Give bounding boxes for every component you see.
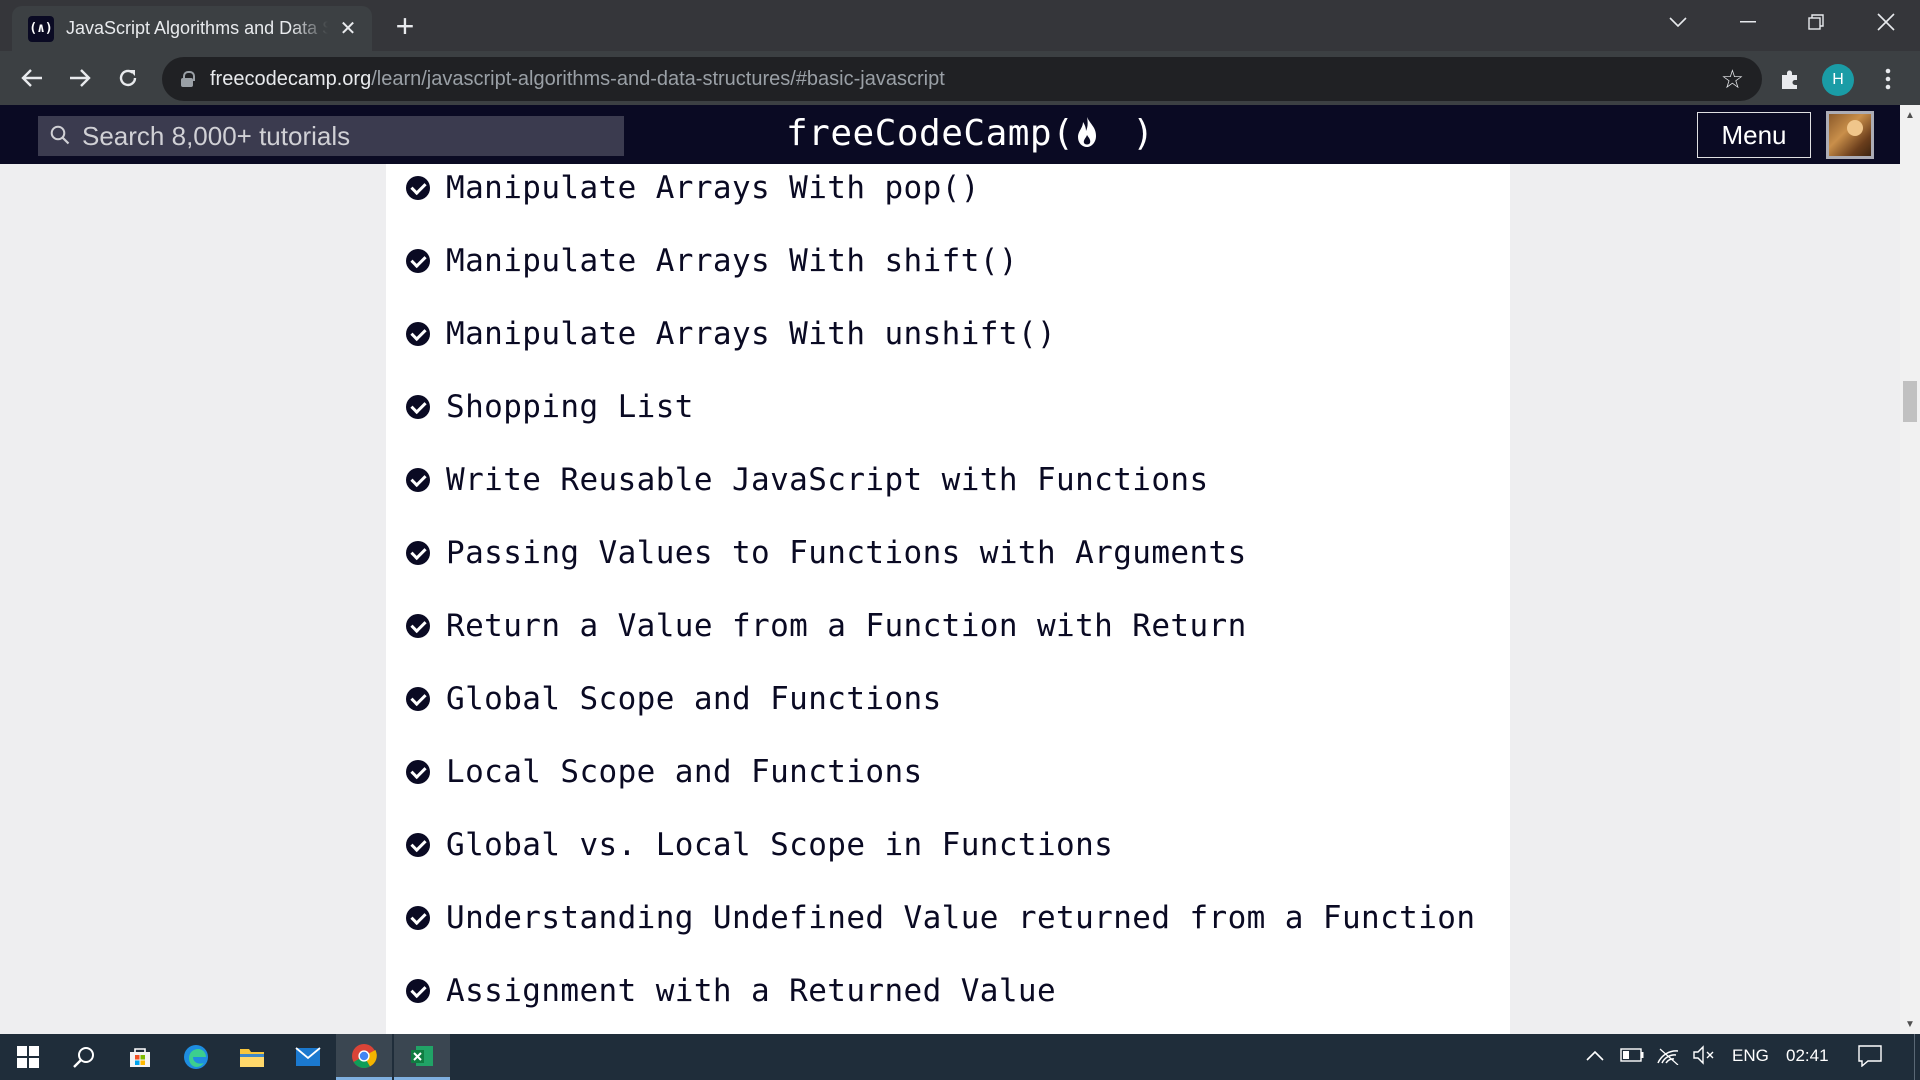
lesson-item[interactable]: Understanding Undefined Value returned f… [406, 888, 1475, 948]
microsoft-store-icon[interactable] [112, 1034, 168, 1080]
check-circle-icon [406, 176, 430, 200]
lesson-item[interactable]: Local Scope and Functions [406, 742, 923, 802]
back-arrow-icon[interactable] [8, 54, 56, 102]
input-language[interactable]: ENG [1732, 1046, 1769, 1066]
lesson-link[interactable]: Write Reusable JavaScript with Functions [446, 462, 1209, 498]
check-circle-icon [406, 395, 430, 419]
lesson-link[interactable]: Local Scope and Functions [446, 754, 923, 790]
show-desktop-button[interactable] [1914, 1034, 1920, 1080]
lesson-item[interactable]: Passing Values to Functions with Argumen… [406, 523, 1247, 583]
address-bar[interactable]: freecodecamp.org/learn/javascript-algori… [162, 57, 1762, 101]
lesson-link[interactable]: Manipulate Arrays With shift() [446, 243, 1018, 279]
scrollbar-thumb[interactable] [1903, 381, 1917, 422]
check-circle-icon [406, 687, 430, 711]
new-tab-button[interactable]: + [390, 8, 420, 45]
browser-tab-strip: (∧) JavaScript Algorithms and Data Struc… [0, 0, 1920, 51]
lesson-link[interactable]: Passing Values to Functions with Argumen… [446, 535, 1247, 571]
check-circle-icon [406, 322, 430, 346]
lesson-link[interactable]: Manipulate Arrays With pop() [446, 170, 980, 206]
taskbar-clock[interactable]: 02:41 [1786, 1046, 1829, 1066]
menu-button[interactable]: Menu [1697, 112, 1811, 158]
reload-icon[interactable] [104, 54, 152, 102]
windows-start-icon[interactable] [0, 1034, 56, 1080]
lock-icon [180, 71, 195, 87]
site-logo[interactable]: freeCodeCamp() [786, 113, 1154, 154]
lesson-link[interactable]: Global Scope and Functions [446, 681, 942, 717]
browser-tab[interactable]: (∧) JavaScript Algorithms and Data Struc… [12, 6, 372, 51]
tab-search-chevron-icon[interactable] [1644, 0, 1712, 44]
lesson-item[interactable]: Manipulate Arrays With pop() [406, 164, 980, 218]
restore-window-icon[interactable] [1782, 0, 1850, 44]
flame-icon [1074, 114, 1132, 154]
search-bar[interactable] [38, 116, 624, 156]
notifications-icon[interactable] [1858, 1045, 1882, 1073]
check-circle-icon [406, 541, 430, 565]
show-hidden-icons-chevron-icon[interactable] [1586, 1045, 1604, 1068]
user-avatar[interactable] [1826, 111, 1874, 159]
scroll-down-arrow-icon[interactable]: ▼ [1900, 1014, 1920, 1034]
browser-menu-kebab-icon[interactable] [1864, 55, 1912, 103]
lesson-item[interactable]: Assignment with a Returned Value [406, 961, 1056, 1021]
volume-muted-icon[interactable] [1692, 1045, 1716, 1071]
check-circle-icon [406, 614, 430, 638]
bookmark-star-icon[interactable]: ☆ [1721, 64, 1744, 95]
battery-icon[interactable] [1620, 1045, 1644, 1068]
lesson-item[interactable]: Shopping List [406, 377, 694, 437]
search-input[interactable] [82, 120, 602, 152]
excel-icon[interactable] [394, 1034, 450, 1080]
check-circle-icon [406, 249, 430, 273]
browser-toolbar: freecodecamp.org/learn/javascript-algori… [0, 51, 1920, 105]
check-circle-icon [406, 760, 430, 784]
check-circle-icon [406, 906, 430, 930]
url-host: freecodecamp.org [210, 67, 372, 90]
lesson-item[interactable]: Return a Value from a Function with Retu… [406, 596, 1247, 656]
freecodecamp-favicon-icon: (∧) [28, 15, 54, 42]
scroll-up-arrow-icon[interactable]: ▲ [1900, 105, 1920, 125]
check-circle-icon [406, 833, 430, 857]
lesson-item[interactable]: Manipulate Arrays With shift() [406, 231, 1018, 291]
chrome-taskbar-icon[interactable] [336, 1034, 392, 1080]
file-explorer-icon[interactable] [224, 1034, 280, 1080]
brand-name: freeCodeCamp [786, 113, 1053, 154]
page-scrollbar[interactable]: ▲ ▼ [1900, 105, 1920, 1034]
lesson-item[interactable]: Global Scope and Functions [406, 669, 942, 729]
brand-paren-open: ( [1052, 113, 1075, 154]
tab-close-icon[interactable]: ✕ [336, 16, 360, 41]
tab-title: JavaScript Algorithms and Data Structure… [66, 18, 328, 38]
lesson-item[interactable]: Write Reusable JavaScript with Functions [406, 450, 1209, 510]
lesson-link[interactable]: Manipulate Arrays With unshift() [446, 316, 1056, 352]
forward-arrow-icon[interactable] [56, 54, 104, 102]
extensions-puzzle-icon[interactable] [1766, 55, 1814, 103]
lesson-item[interactable]: Global vs. Local Scope in Functions [406, 815, 1113, 875]
windows-taskbar: ENG 02:41 [0, 1034, 1920, 1080]
lesson-link[interactable]: Return a Value from a Function with Retu… [446, 608, 1247, 644]
check-circle-icon [406, 468, 430, 492]
close-window-icon[interactable] [1852, 0, 1920, 44]
lesson-link[interactable]: Assignment with a Returned Value [446, 973, 1056, 1009]
mail-icon[interactable] [280, 1034, 336, 1080]
lesson-link[interactable]: Understanding Undefined Value returned f… [446, 900, 1475, 936]
url-path: /learn/javascript-algorithms-and-data-st… [371, 67, 945, 90]
search-icon [50, 125, 70, 145]
taskbar-search-icon[interactable] [56, 1034, 112, 1080]
profile-avatar[interactable]: H [1822, 64, 1854, 96]
check-circle-icon [406, 979, 430, 1003]
curriculum-content: Manipulate Arrays With pop() Manipulate … [386, 164, 1510, 1034]
lesson-item[interactable]: Manipulate Arrays With unshift() [406, 304, 1056, 364]
lesson-link[interactable]: Shopping List [446, 389, 694, 425]
site-navbar: freeCodeCamp() Menu [0, 105, 1900, 164]
brand-paren-close: ) [1132, 113, 1155, 154]
edge-browser-icon[interactable] [168, 1034, 224, 1080]
lesson-link[interactable]: Global vs. Local Scope in Functions [446, 827, 1113, 863]
minimize-window-icon[interactable] [1714, 0, 1782, 44]
wifi-icon[interactable] [1656, 1045, 1680, 1071]
